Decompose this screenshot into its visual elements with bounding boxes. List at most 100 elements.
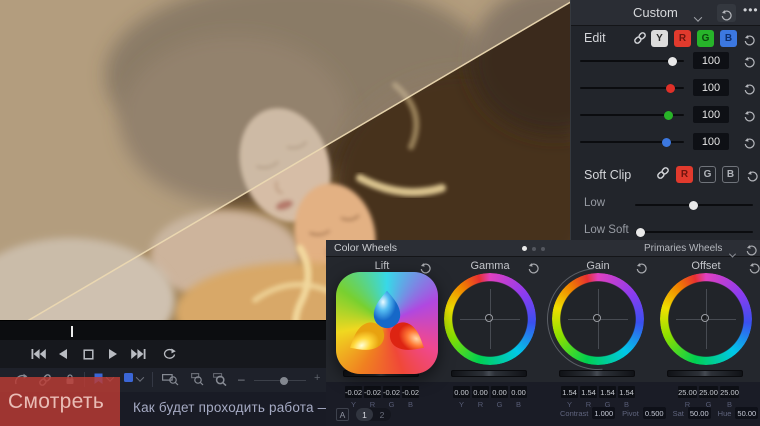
offset-wheel-group: Offset bbox=[652, 257, 760, 382]
gain-wheel-handle[interactable] bbox=[593, 314, 601, 322]
offset-value-b[interactable]: 25.00 bbox=[720, 386, 739, 398]
gain-value-y[interactable]: 1.54 bbox=[561, 386, 578, 398]
zoom-window-icon[interactable] bbox=[191, 373, 204, 386]
offset-color-wheel[interactable] bbox=[660, 273, 752, 365]
gamma-value-g[interactable]: 0.00 bbox=[491, 386, 508, 398]
low-soft-slider-handle[interactable] bbox=[636, 227, 645, 237]
sat-value[interactable]: 50.00 bbox=[687, 407, 711, 419]
red-reset-button[interactable] bbox=[744, 82, 755, 95]
page-dot-active[interactable] bbox=[522, 246, 527, 251]
lift-value-y[interactable]: -0.02 bbox=[345, 386, 362, 398]
pivot-value[interactable]: 0.500 bbox=[642, 407, 666, 419]
offset-wheel-handle[interactable] bbox=[701, 314, 709, 322]
hue-value[interactable]: 50.00 bbox=[735, 407, 759, 419]
offset-values: 25.00 25.00 25.00 bbox=[678, 386, 739, 398]
gain-value-g[interactable]: 1.54 bbox=[599, 386, 616, 398]
gamma-reset-button[interactable] bbox=[528, 261, 539, 274]
green-slider-handle[interactable] bbox=[664, 110, 673, 120]
soft-clip-link-icon[interactable] bbox=[656, 166, 670, 185]
gamma-master-slider[interactable] bbox=[451, 370, 527, 377]
skip-start-button[interactable] bbox=[28, 346, 48, 362]
offset-value-g[interactable]: 25.00 bbox=[699, 386, 718, 398]
offset-master-slider[interactable] bbox=[667, 370, 743, 377]
zoom-out-icon[interactable]: – bbox=[238, 372, 245, 386]
luma-value[interactable]: 100 bbox=[693, 52, 729, 69]
skip-end-button[interactable] bbox=[128, 346, 148, 362]
stop-button[interactable] bbox=[78, 346, 98, 362]
soft-clip-reset-button[interactable] bbox=[747, 169, 758, 182]
zoom-slider-handle[interactable] bbox=[280, 376, 288, 385]
offset-reset-button[interactable] bbox=[749, 261, 760, 274]
gain-value-r[interactable]: 1.54 bbox=[580, 386, 597, 398]
gain-color-wheel[interactable] bbox=[526, 247, 670, 391]
edit-channel-r-button[interactable]: R bbox=[674, 30, 691, 47]
red-value[interactable]: 100 bbox=[693, 79, 729, 96]
wheel-page-2-button[interactable]: 2 bbox=[373, 410, 391, 420]
gamma-color-wheel[interactable] bbox=[444, 273, 536, 365]
lift-value-r[interactable]: -0.02 bbox=[364, 386, 381, 398]
edit-channel-b-button[interactable]: B bbox=[720, 30, 737, 47]
red-slider[interactable] bbox=[580, 83, 684, 93]
gain-reset-button[interactable] bbox=[636, 261, 647, 274]
low-soft-slider[interactable] bbox=[635, 227, 753, 237]
color-wheels-panel: Color Wheels Primaries Wheels Lift Gamma bbox=[326, 240, 760, 426]
custom-panel-header: Custom ••• bbox=[571, 0, 760, 26]
lift-reset-button[interactable] bbox=[420, 261, 431, 274]
adjustment-params: Contrast 1.000 Pivot 0.500 Sat 50.00 Hue… bbox=[560, 407, 760, 419]
luma-slider[interactable] bbox=[580, 56, 684, 66]
soft-clip-b-button[interactable]: B bbox=[722, 166, 739, 183]
soft-clip-r-button[interactable]: R bbox=[676, 166, 693, 183]
preset-dropdown[interactable]: Custom bbox=[633, 5, 678, 20]
luma-slider-handle[interactable] bbox=[668, 56, 677, 66]
page-dot[interactable] bbox=[532, 246, 536, 251]
wheel-page-1-button[interactable]: 1 bbox=[356, 408, 373, 421]
gamma-wheel-handle[interactable] bbox=[485, 314, 493, 322]
edit-section-label: Edit bbox=[584, 31, 606, 45]
zoom-in-icon[interactable]: + bbox=[314, 372, 320, 384]
loop-button[interactable] bbox=[159, 346, 179, 362]
preset-chevron-icon[interactable] bbox=[693, 9, 703, 27]
gamma-value-r[interactable]: 0.00 bbox=[472, 386, 489, 398]
blue-value[interactable]: 100 bbox=[693, 133, 729, 150]
gamma-value-y[interactable]: 0.00 bbox=[453, 386, 470, 398]
panel-reset-button[interactable] bbox=[717, 4, 736, 22]
play-reverse-button[interactable] bbox=[53, 346, 73, 362]
green-slider[interactable] bbox=[580, 110, 684, 120]
page-dot[interactable] bbox=[541, 246, 545, 251]
green-reset-button[interactable] bbox=[744, 109, 755, 122]
green-value[interactable]: 100 bbox=[693, 106, 729, 123]
gain-wheel-group: Gain bbox=[526, 247, 670, 391]
lift-value-b[interactable]: -0.02 bbox=[402, 386, 419, 398]
low-slider[interactable] bbox=[635, 200, 753, 210]
edit-channel-y-button[interactable]: Y bbox=[651, 30, 668, 47]
wheel-page-switch: 1 2 bbox=[356, 408, 391, 421]
low-slider-handle[interactable] bbox=[689, 200, 698, 210]
soft-clip-g-button[interactable]: G bbox=[699, 166, 716, 183]
gain-master-slider[interactable] bbox=[559, 370, 635, 377]
red-slider-handle[interactable] bbox=[666, 83, 675, 93]
gamma-value-b[interactable]: 0.00 bbox=[510, 386, 527, 398]
edit-channel-g-button[interactable]: G bbox=[697, 30, 714, 47]
panel-options-icon[interactable]: ••• bbox=[743, 3, 759, 17]
play-button[interactable] bbox=[103, 346, 123, 362]
marker-dropdown-chevron-icon[interactable] bbox=[135, 373, 145, 382]
watch-button[interactable]: Смотреть bbox=[0, 377, 120, 426]
toolbar-divider bbox=[152, 372, 153, 387]
wheels-mode-dropdown[interactable]: Primaries Wheels bbox=[644, 243, 722, 254]
playhead[interactable] bbox=[71, 326, 73, 337]
auto-balance-button[interactable]: A bbox=[336, 408, 349, 421]
blue-slider-handle[interactable] bbox=[662, 137, 671, 147]
edit-link-channels-icon[interactable] bbox=[633, 31, 647, 50]
gain-value-b[interactable]: 1.54 bbox=[618, 386, 635, 398]
lift-value-g[interactable]: -0.02 bbox=[383, 386, 400, 398]
luma-reset-button[interactable] bbox=[744, 55, 755, 68]
zoom-fit-icon[interactable] bbox=[162, 373, 179, 386]
blue-reset-button[interactable] bbox=[744, 136, 755, 149]
marker-color-icon[interactable] bbox=[124, 373, 133, 382]
contrast-value[interactable]: 1.000 bbox=[592, 407, 616, 419]
blue-slider[interactable] bbox=[580, 137, 684, 147]
zoom-100-icon[interactable] bbox=[213, 373, 227, 386]
edit-reset-button[interactable] bbox=[744, 33, 755, 46]
wheels-panel-reset-button[interactable] bbox=[746, 243, 757, 256]
offset-value-r[interactable]: 25.00 bbox=[678, 386, 697, 398]
